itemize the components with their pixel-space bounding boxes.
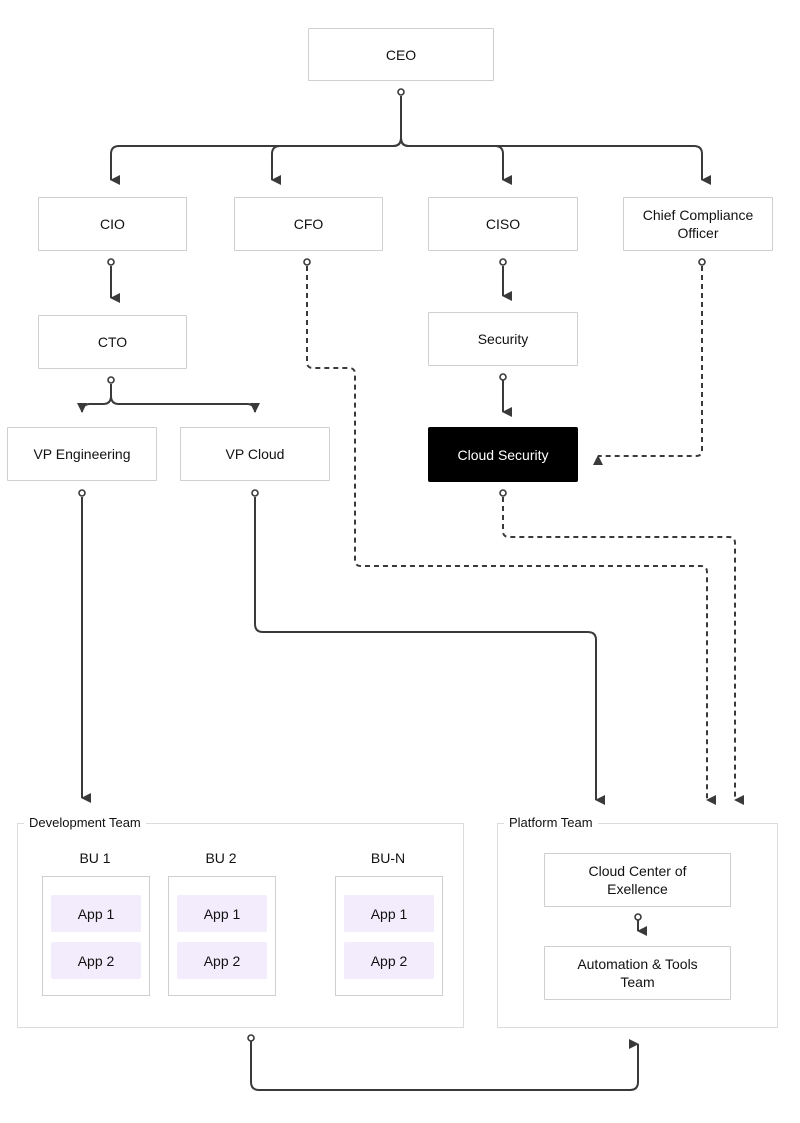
node-label: CEO (385, 46, 417, 63)
port-cto (107, 376, 115, 384)
node-label: CTO (97, 334, 128, 350)
edge-ceo-cio (110, 96, 402, 185)
node-ciso[interactable]: CISO (428, 197, 578, 251)
edge-cco-cloudsec (593, 266, 703, 465)
node-label: CISO (485, 216, 521, 232)
port-security (499, 373, 507, 381)
app-item[interactable]: App 1 (177, 895, 267, 932)
bu-title: BU 1 (79, 850, 111, 866)
group-development-team[interactable]: Development Team BU 1 App 1 App 2 BU 2 A… (17, 815, 464, 1028)
edge-ceo-ciso (400, 137, 512, 185)
node-automation-tools-team[interactable]: Automation & Tools Team (544, 946, 731, 1000)
group-label: Platform Team (504, 815, 598, 831)
business-unit-n[interactable]: App 1 App 2 (335, 876, 443, 996)
bu-title: BU-N (370, 850, 406, 866)
node-vp-cloud[interactable]: VP Cloud (180, 427, 330, 481)
node-vp-engineering[interactable]: VP Engineering (7, 427, 157, 481)
node-label: Automation & Tools Team (577, 956, 698, 990)
group-platform-team[interactable]: Platform Team Cloud Center of Exellence … (497, 815, 778, 1028)
business-unit-1[interactable]: App 1 App 2 (42, 876, 150, 996)
group-label: Development Team (24, 815, 146, 831)
app-item[interactable]: App 1 (51, 895, 141, 932)
app-item[interactable]: App 2 (177, 942, 267, 979)
edge-ceo-cco (400, 137, 711, 185)
node-cto[interactable]: CTO (38, 315, 187, 369)
app-item[interactable]: App 2 (344, 942, 434, 979)
node-chief-compliance-officer[interactable]: Chief Compliance Officer (623, 197, 773, 251)
port-vpcloud (251, 489, 259, 497)
port-cfo (303, 258, 311, 266)
node-cio[interactable]: CIO (38, 197, 187, 251)
node-label: Chief Compliance Officer (642, 207, 754, 241)
node-cfo[interactable]: CFO (234, 197, 383, 251)
port-vpeng (78, 489, 86, 497)
node-cloud-center-of-excellence[interactable]: Cloud Center of Exellence (544, 853, 731, 907)
edge-cloudsec-platform (502, 497, 744, 805)
port-cio (107, 258, 115, 266)
node-label: CIO (100, 216, 125, 232)
edge-vpcloud-platform (254, 497, 605, 805)
node-label: Cloud Center of Exellence (588, 863, 687, 897)
edge-cto-vpeng (81, 384, 112, 418)
port-ciso (499, 258, 507, 266)
node-label: Security (477, 331, 529, 347)
app-item[interactable]: App 2 (51, 942, 141, 979)
app-item[interactable]: App 1 (344, 895, 434, 932)
bu-title: BU 2 (205, 850, 237, 866)
port-devteam (247, 1034, 255, 1042)
port-ceo (397, 88, 405, 96)
business-unit-2[interactable]: App 1 App 2 (168, 876, 276, 996)
node-label: Cloud Security (457, 446, 549, 463)
edge-ceo-cfo (271, 137, 402, 185)
node-label: VP Engineering (33, 446, 131, 462)
edge-devteam-platform (250, 1039, 639, 1091)
node-ceo[interactable]: CEO (308, 28, 494, 81)
edge-cto-vpcloud (110, 395, 265, 417)
node-label: CFO (293, 216, 324, 232)
port-cloudsec (499, 489, 507, 497)
node-security[interactable]: Security (428, 312, 578, 366)
node-label: VP Cloud (225, 446, 285, 462)
port-cco (698, 258, 706, 266)
node-cloud-security[interactable]: Cloud Security (428, 427, 578, 482)
